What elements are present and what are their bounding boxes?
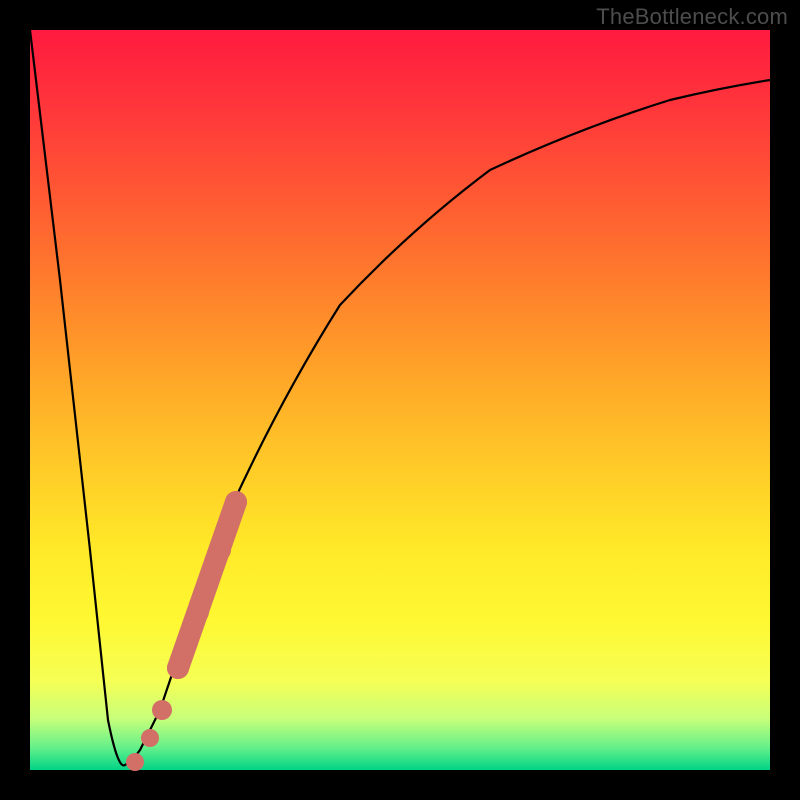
chart-overlay	[30, 30, 770, 770]
highlight-dot	[167, 657, 189, 679]
highlight-dot	[152, 700, 172, 720]
highlight-dot-streak	[178, 502, 236, 668]
bottleneck-curve	[30, 30, 770, 765]
highlight-dot	[209, 539, 231, 561]
highlight-dot	[141, 729, 159, 747]
watermark-text: TheBottleneck.com	[596, 4, 788, 30]
chart-frame: TheBottleneck.com	[0, 0, 800, 800]
highlight-dot	[225, 491, 247, 513]
highlight-dot	[126, 753, 144, 771]
highlight-dot	[187, 601, 209, 623]
